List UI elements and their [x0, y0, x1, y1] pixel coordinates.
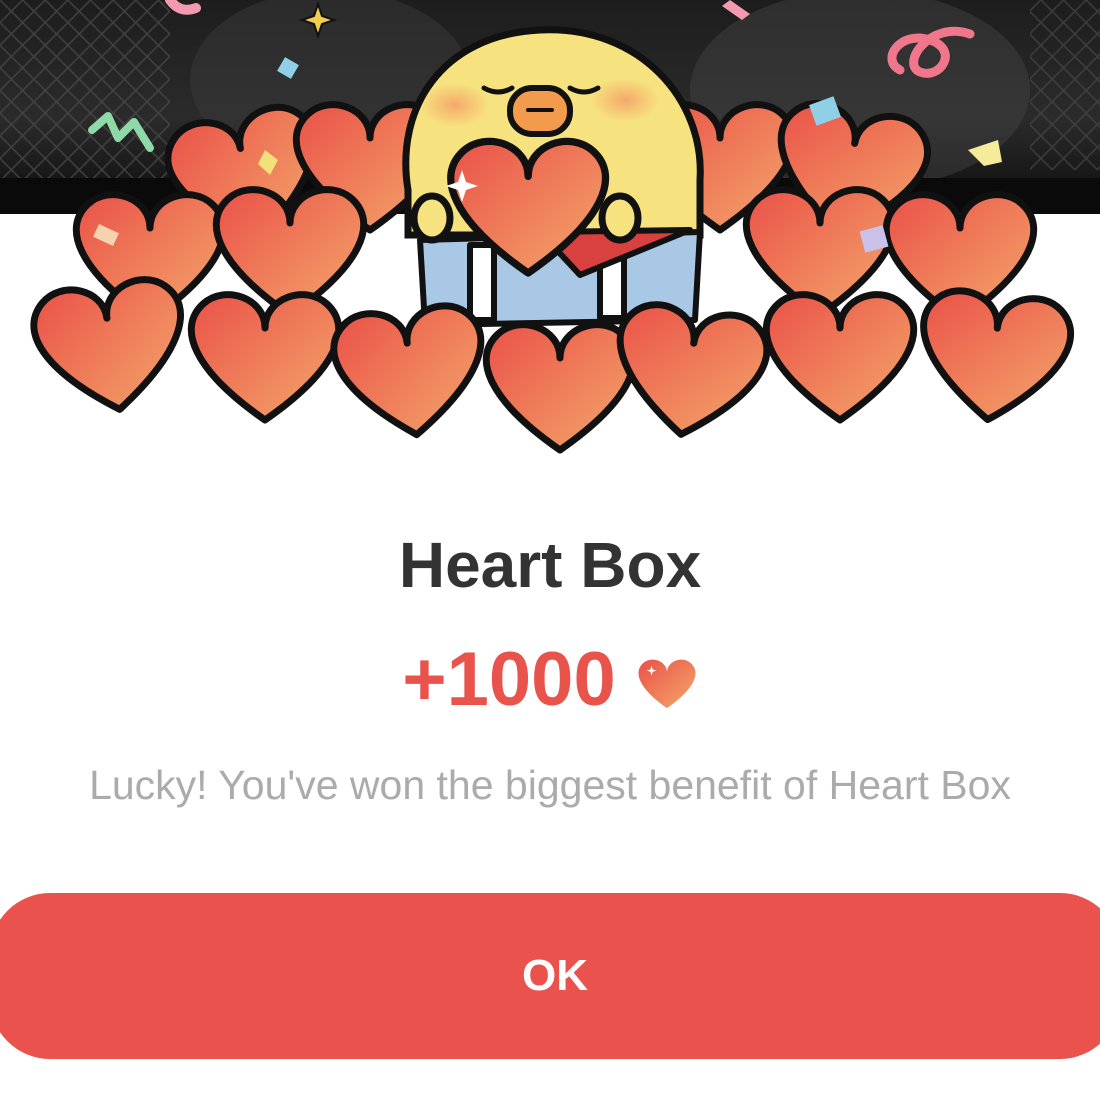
heart-box-dialog: Heart Box +1000 Lucky! You've won the bi… — [0, 0, 1100, 1100]
reward-amount: +1000 — [402, 637, 616, 722]
reward-message: Lucky! You've won the biggest benefit of… — [89, 762, 1011, 808]
reward-row: +1000 — [0, 636, 1100, 723]
heart-icon — [638, 659, 696, 708]
dialog-title: Heart Box — [398, 529, 702, 601]
heart-pile-illustration — [0, 0, 1100, 470]
ok-button[interactable]: OK — [0, 893, 1100, 1059]
